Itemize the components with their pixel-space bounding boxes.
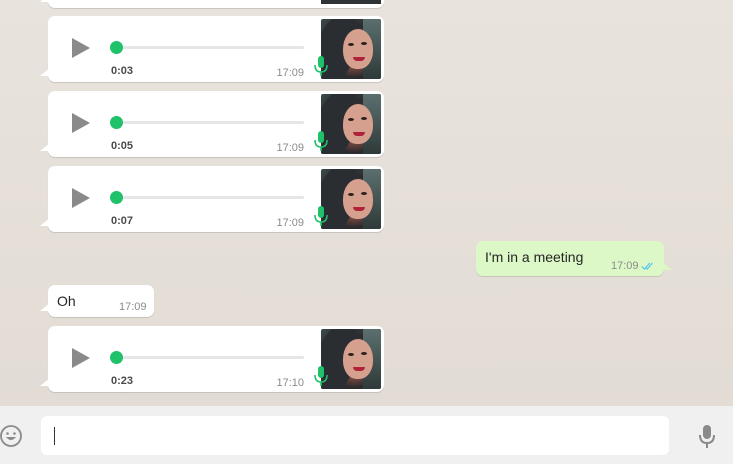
voice-message: 0:03 17:09 (40, 16, 384, 82)
microphone-icon (314, 56, 328, 76)
voice-duration: 0:05 (111, 140, 134, 152)
microphone-icon (314, 131, 328, 151)
smiley-icon[interactable] (0, 424, 24, 448)
chat-pane: 0:03 17:09 0:05 17:09 0:07 17:09 I'm in … (0, 0, 733, 406)
audio-progress-track[interactable] (116, 196, 304, 199)
audio-progress-knob[interactable] (110, 351, 123, 364)
audio-progress-knob[interactable] (110, 191, 123, 204)
play-icon[interactable] (72, 188, 90, 208)
message-time: 17:09 (276, 142, 304, 154)
audio-progress-track[interactable] (116, 121, 304, 124)
text-caret (54, 427, 55, 445)
microphone-icon (314, 206, 328, 226)
avatar-partial (321, 0, 381, 4)
composer-bar (0, 406, 733, 464)
voice-message: 0:07 17:09 (40, 166, 384, 232)
message-time: 17:09 (276, 217, 304, 229)
message-time: 17:10 (276, 377, 304, 389)
incoming-message: Oh 17:09 (40, 285, 154, 317)
play-icon[interactable] (72, 348, 90, 368)
voice-duration: 0:07 (111, 215, 134, 227)
message-time: 17:09 (276, 67, 304, 79)
voice-duration: 0:23 (111, 375, 134, 387)
message-time: 17:09 (611, 260, 639, 272)
avatar (321, 94, 381, 154)
play-icon[interactable] (72, 38, 90, 58)
audio-progress-track[interactable] (116, 356, 304, 359)
microphone-icon[interactable] (698, 424, 716, 450)
avatar (321, 169, 381, 229)
microphone-icon (314, 366, 328, 386)
avatar (321, 19, 381, 79)
audio-progress-knob[interactable] (110, 41, 123, 54)
message-input[interactable] (41, 416, 669, 455)
voice-duration: 0:03 (111, 65, 134, 77)
outgoing-message: I'm in a meeting 17:09 (476, 241, 672, 276)
play-icon[interactable] (72, 113, 90, 133)
double-check-icon (641, 262, 653, 270)
audio-progress-track[interactable] (116, 46, 304, 49)
message-time: 17:09 (119, 301, 147, 313)
avatar (321, 329, 381, 389)
voice-message: 0:23 17:10 (40, 326, 384, 392)
message-text: Oh (57, 293, 76, 309)
voice-message: 0:05 17:09 (40, 91, 384, 157)
audio-progress-knob[interactable] (110, 116, 123, 129)
message-text: I'm in a meeting (485, 249, 584, 265)
